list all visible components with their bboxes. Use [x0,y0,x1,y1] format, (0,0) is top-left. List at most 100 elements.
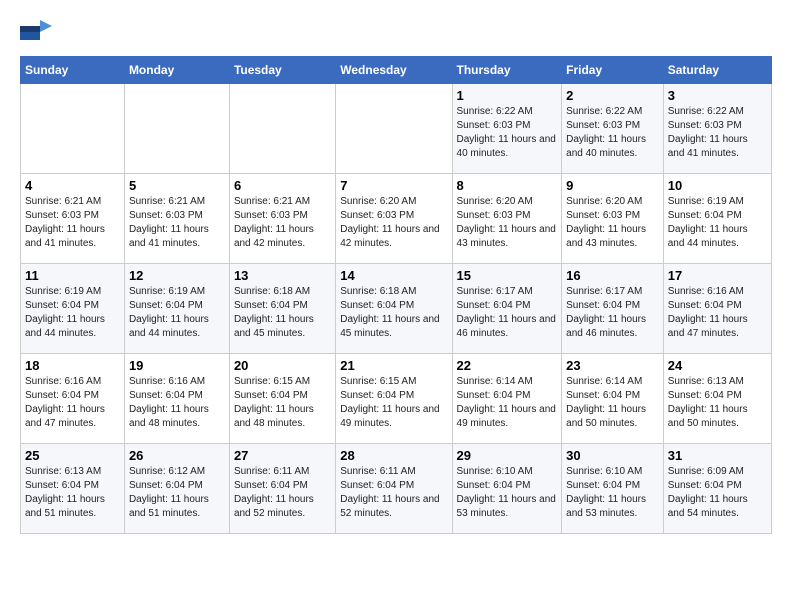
day-number: 2 [566,88,659,103]
day-info: Sunrise: 6:14 AM Sunset: 6:04 PM Dayligh… [566,375,659,431]
day-info: Sunrise: 6:10 AM Sunset: 6:04 PM Dayligh… [566,465,659,521]
calendar-cell: 18 Sunrise: 6:16 AM Sunset: 6:04 PM Dayli… [21,354,125,444]
calendar-week-row: 11 Sunrise: 6:19 AM Sunset: 6:04 PM Dayli… [21,264,772,354]
day-number: 21 [340,358,447,373]
calendar-table: SundayMondayTuesdayWednesdayThursdayFrid… [20,56,772,534]
day-number: 23 [566,358,659,373]
day-number: 19 [129,358,225,373]
logo-icon [20,20,52,46]
day-info: Sunrise: 6:21 AM Sunset: 6:03 PM Dayligh… [25,195,120,251]
calendar-cell [21,84,125,174]
calendar-cell: 5 Sunrise: 6:21 AM Sunset: 6:03 PM Daylig… [124,174,229,264]
day-info: Sunrise: 6:20 AM Sunset: 6:03 PM Dayligh… [340,195,447,251]
calendar-cell: 8Sunrise: 6:20 AM Sunset: 6:03 PM Daylig… [452,174,562,264]
calendar-cell: 3 Sunrise: 6:22 AM Sunset: 6:03 PM Daylig… [663,84,771,174]
calendar-cell: 13 Sunrise: 6:18 AM Sunset: 6:04 PM Dayli… [229,264,335,354]
day-number: 12 [129,268,225,283]
calendar-cell: 27Sunrise: 6:11 AM Sunset: 6:04 PM Dayli… [229,444,335,534]
header-cell-wednesday: Wednesday [336,57,452,84]
day-number: 5 [129,178,225,193]
calendar-cell: 2 Sunrise: 6:22 AM Sunset: 6:03 PM Daylig… [562,84,664,174]
day-number: 11 [25,268,120,283]
calendar-cell: 4 Sunrise: 6:21 AM Sunset: 6:03 PM Daylig… [21,174,125,264]
day-number: 3 [668,88,767,103]
day-number: 26 [129,448,225,463]
calendar-cell: 11 Sunrise: 6:19 AM Sunset: 6:04 PM Dayli… [21,264,125,354]
day-number: 20 [234,358,331,373]
calendar-cell [336,84,452,174]
day-info: Sunrise: 6:16 AM Sunset: 6:04 PM Dayligh… [25,375,120,431]
day-info: Sunrise: 6:09 AM Sunset: 6:04 PM Dayligh… [668,465,767,521]
calendar-week-row: 25 Sunrise: 6:13 AM Sunset: 6:04 PM Dayli… [21,444,772,534]
day-info: Sunrise: 6:10 AM Sunset: 6:04 PM Dayligh… [457,465,558,521]
calendar-cell: 26 Sunrise: 6:12 AM Sunset: 6:04 PM Dayli… [124,444,229,534]
day-info: Sunrise: 6:19 AM Sunset: 6:04 PM Dayligh… [25,285,120,341]
day-info: Sunrise: 6:11 AM Sunset: 6:04 PM Dayligh… [340,465,447,521]
calendar-week-row: 1 Sunrise: 6:22 AM Sunset: 6:03 PM Daylig… [21,84,772,174]
calendar-cell [229,84,335,174]
calendar-cell: 12 Sunrise: 6:19 AM Sunset: 6:04 PM Dayli… [124,264,229,354]
calendar-body: 1 Sunrise: 6:22 AM Sunset: 6:03 PM Daylig… [21,84,772,534]
calendar-cell: 6Sunrise: 6:21 AM Sunset: 6:03 PM Daylig… [229,174,335,264]
header-cell-sunday: Sunday [21,57,125,84]
calendar-week-row: 4 Sunrise: 6:21 AM Sunset: 6:03 PM Daylig… [21,174,772,264]
day-number: 1 [457,88,558,103]
calendar-cell: 9 Sunrise: 6:20 AM Sunset: 6:03 PM Daylig… [562,174,664,264]
calendar-cell: 7Sunrise: 6:20 AM Sunset: 6:03 PM Daylig… [336,174,452,264]
day-number: 31 [668,448,767,463]
day-info: Sunrise: 6:16 AM Sunset: 6:04 PM Dayligh… [129,375,225,431]
logo [20,20,56,46]
calendar-week-row: 18 Sunrise: 6:16 AM Sunset: 6:04 PM Dayli… [21,354,772,444]
day-number: 15 [457,268,558,283]
calendar-cell: 10 Sunrise: 6:19 AM Sunset: 6:04 PM Dayli… [663,174,771,264]
day-info: Sunrise: 6:17 AM Sunset: 6:04 PM Dayligh… [457,285,558,341]
day-info: Sunrise: 6:14 AM Sunset: 6:04 PM Dayligh… [457,375,558,431]
header-cell-thursday: Thursday [452,57,562,84]
day-number: 10 [668,178,767,193]
day-number: 28 [340,448,447,463]
day-info: Sunrise: 6:19 AM Sunset: 6:04 PM Dayligh… [129,285,225,341]
calendar-cell: 31 Sunrise: 6:09 AM Sunset: 6:04 PM Dayli… [663,444,771,534]
day-number: 9 [566,178,659,193]
day-number: 14 [340,268,447,283]
day-number: 4 [25,178,120,193]
day-number: 6 [234,178,331,193]
day-number: 29 [457,448,558,463]
day-number: 22 [457,358,558,373]
calendar-cell: 17 Sunrise: 6:16 AM Sunset: 6:04 PM Dayli… [663,264,771,354]
day-info: Sunrise: 6:12 AM Sunset: 6:04 PM Dayligh… [129,465,225,521]
day-info: Sunrise: 6:22 AM Sunset: 6:03 PM Dayligh… [566,105,659,161]
day-info: Sunrise: 6:19 AM Sunset: 6:04 PM Dayligh… [668,195,767,251]
day-info: Sunrise: 6:20 AM Sunset: 6:03 PM Dayligh… [457,195,558,251]
day-number: 17 [668,268,767,283]
calendar-cell: 20 Sunrise: 6:15 AM Sunset: 6:04 PM Dayli… [229,354,335,444]
calendar-cell: 29 Sunrise: 6:10 AM Sunset: 6:04 PM Dayli… [452,444,562,534]
day-info: Sunrise: 6:16 AM Sunset: 6:04 PM Dayligh… [668,285,767,341]
day-info: Sunrise: 6:13 AM Sunset: 6:04 PM Dayligh… [25,465,120,521]
day-info: Sunrise: 6:18 AM Sunset: 6:04 PM Dayligh… [234,285,331,341]
day-info: Sunrise: 6:21 AM Sunset: 6:03 PM Dayligh… [129,195,225,251]
calendar-header: SundayMondayTuesdayWednesdayThursdayFrid… [21,57,772,84]
day-number: 18 [25,358,120,373]
day-info: Sunrise: 6:20 AM Sunset: 6:03 PM Dayligh… [566,195,659,251]
header-cell-saturday: Saturday [663,57,771,84]
day-info: Sunrise: 6:13 AM Sunset: 6:04 PM Dayligh… [668,375,767,431]
header-cell-tuesday: Tuesday [229,57,335,84]
day-info: Sunrise: 6:11 AM Sunset: 6:04 PM Dayligh… [234,465,331,521]
calendar-cell: 1Sunrise: 6:22 AM Sunset: 6:03 PM Daylig… [452,84,562,174]
calendar-cell: 28 Sunrise: 6:11 AM Sunset: 6:04 PM Dayli… [336,444,452,534]
day-number: 30 [566,448,659,463]
day-info: Sunrise: 6:15 AM Sunset: 6:04 PM Dayligh… [234,375,331,431]
calendar-cell [124,84,229,174]
calendar-cell: 19 Sunrise: 6:16 AM Sunset: 6:04 PM Dayli… [124,354,229,444]
day-number: 24 [668,358,767,373]
day-info: Sunrise: 6:15 AM Sunset: 6:04 PM Dayligh… [340,375,447,431]
day-info: Sunrise: 6:22 AM Sunset: 6:03 PM Dayligh… [668,105,767,161]
day-number: 25 [25,448,120,463]
day-number: 13 [234,268,331,283]
calendar-cell: 30 Sunrise: 6:10 AM Sunset: 6:04 PM Dayli… [562,444,664,534]
calendar-cell: 15 Sunrise: 6:17 AM Sunset: 6:04 PM Dayli… [452,264,562,354]
page-header [20,20,772,46]
day-info: Sunrise: 6:17 AM Sunset: 6:04 PM Dayligh… [566,285,659,341]
header-cell-monday: Monday [124,57,229,84]
